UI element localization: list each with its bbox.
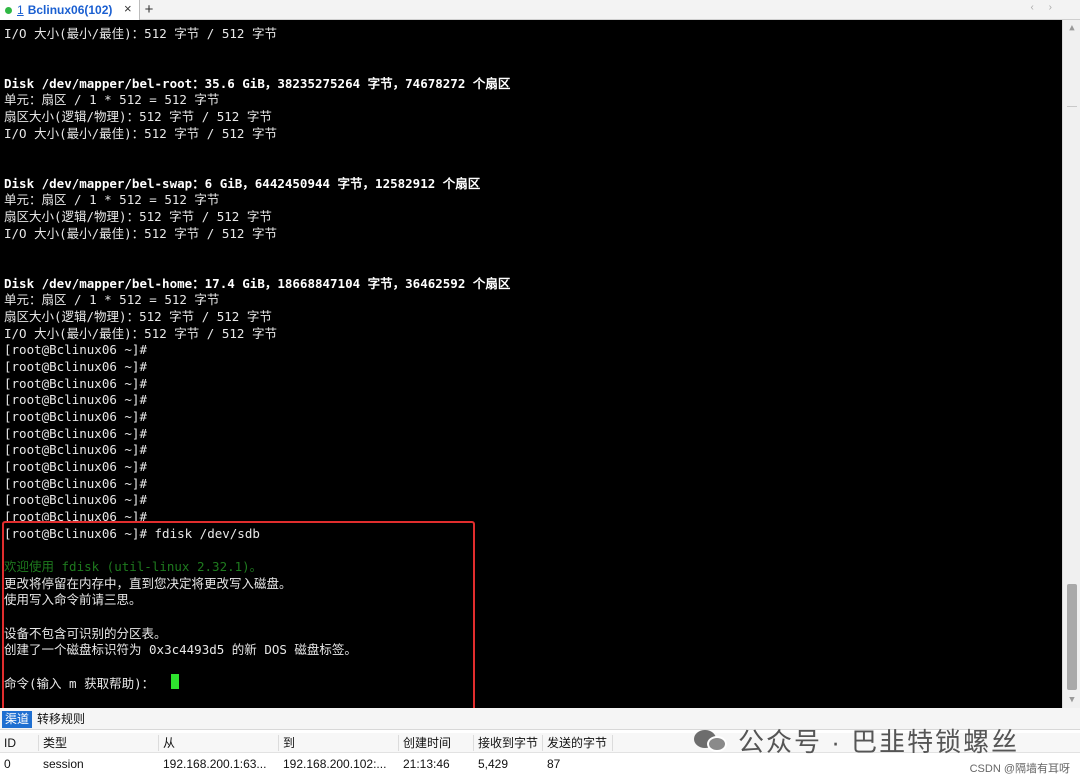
terminal-line: I/O 大小(最小/最佳)：512 字节 / 512 字节 [4,126,277,141]
terminal-output[interactable]: I/O 大小(最小/最佳)：512 字节 / 512 字节 Disk /dev/… [0,20,1062,708]
prompt-line: [root@Bclinux06 ~]# [4,442,147,457]
scroll-up-icon[interactable]: ▲ [1063,20,1080,36]
table-cell: 21:13:46 [403,757,450,771]
terminal-line: I/O 大小(最小/最佳)：512 字节 / 512 字节 [4,26,277,41]
transfer-pane: 渠道 转移规则 ID 类型 从 到 创建时间 接收到字节 发送的字节 0 ses… [0,708,1080,779]
column-header[interactable]: 创建时间 [403,736,451,751]
watermark-text: 公众号 · 巴韭特锁螺丝 [738,727,1020,757]
prompt-line: [root@Bclinux06 ~]# [4,342,147,357]
add-tab-button[interactable]: + [141,0,157,20]
prompt-line: [root@Bclinux06 ~]# [4,392,147,407]
terminal-line: 扇区大小(逻辑/物理)：512 字节 / 512 字节 [4,109,272,124]
terminal-line: I/O 大小(最小/最佳)：512 字节 / 512 字节 [4,226,277,241]
table-cell: 5,429 [478,757,509,771]
scroll-track-mark [1067,106,1077,107]
csdn-credit: CSDN @隔墙有耳呀 [969,763,1070,775]
prompt-line: [root@Bclinux06 ~]# [4,426,147,441]
terminal-line: Disk /dev/mapper/bel-home：17.4 GiB，18668… [4,276,511,291]
connected-status-icon [5,6,12,14]
terminal-line: 单元：扇区 / 1 * 512 = 512 字节 [4,192,220,207]
terminal-line: Disk /dev/mapper/bel-swap：6 GiB，64424509… [4,176,481,191]
terminal-line: 单元：扇区 / 1 * 512 = 512 字节 [4,92,220,107]
column-header[interactable]: 发送的字节 [547,736,607,751]
column-header[interactable]: 接收到字节 [478,736,538,751]
prompt-line: [root@Bclinux06 ~]# [4,492,147,507]
table-cell: session [43,757,84,771]
tab-channels[interactable]: 渠道 [2,711,33,728]
session-tab[interactable]: 1 Bclinux06(102) × [0,0,140,20]
close-tab-icon[interactable]: × [124,1,132,16]
prompt-line: [root@Bclinux06 ~]# [4,476,147,491]
terminal-line: 扇区大小(逻辑/物理)：512 字节 / 512 字节 [4,209,272,224]
terminal-line: 单元：扇区 / 1 * 512 = 512 字节 [4,292,220,307]
watermark: 公众号 · 巴韭特锁螺丝 [694,722,1019,759]
terminal-line: 扇区大小(逻辑/物理)：512 字节 / 512 字节 [4,309,272,324]
column-header[interactable]: ID [4,736,16,751]
scroll-down-icon[interactable]: ▼ [1063,692,1080,708]
tab-nav-arrows-icon[interactable]: ‹ › [1031,2,1058,13]
terminal-line: I/O 大小(最小/最佳)：512 字节 / 512 字节 [4,326,277,341]
column-header[interactable]: 到 [283,736,295,751]
table-cell: 87 [547,757,561,771]
terminal-line: Disk /dev/mapper/bel-root：35.6 GiB，38235… [4,76,511,91]
table-cell: 0 [4,757,11,771]
prompt-line: [root@Bclinux06 ~]# [4,376,147,391]
column-header[interactable]: 类型 [43,736,67,751]
scrollbar-thumb[interactable] [1067,584,1077,690]
wechat-icon [694,728,730,754]
session-tab-number: 1 [17,3,24,17]
session-tab-title: Bclinux06(102) [27,3,113,17]
prompt-line: [root@Bclinux06 ~]# [4,359,147,374]
terminal-scrollbar[interactable]: ▲ ▼ [1062,20,1080,708]
prompt-line: [root@Bclinux06 ~]# [4,459,147,474]
prompt-line: [root@Bclinux06 ~]# [4,409,147,424]
column-header[interactable]: 从 [163,736,175,751]
table-cell: 192.168.200.1:63... [163,757,267,771]
tab-forwarding-rules[interactable]: 转移规则 [34,711,88,728]
highlight-box [2,521,475,708]
session-tab-bar: 1 Bclinux06(102) × + ‹ › [0,0,1080,20]
table-cell: 192.168.200.102:... [283,757,387,771]
